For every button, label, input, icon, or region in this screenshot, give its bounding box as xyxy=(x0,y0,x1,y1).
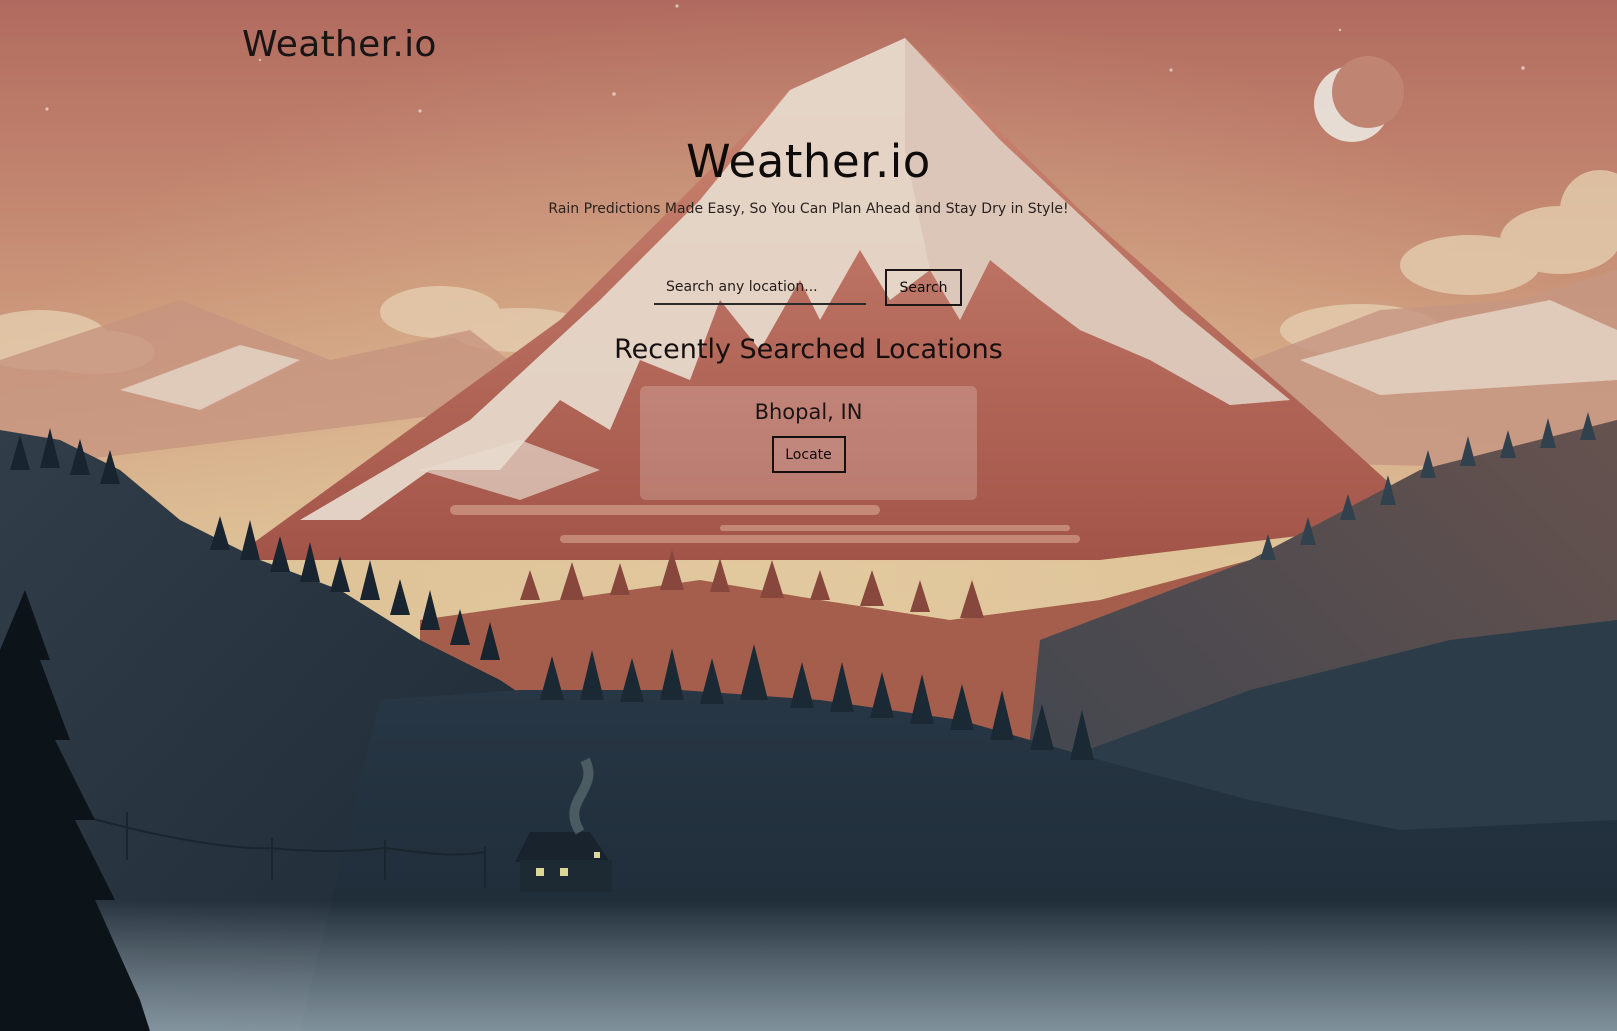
recent-location-card: Bhopal, IN Locate xyxy=(640,386,977,500)
search-button[interactable]: Search xyxy=(885,269,962,306)
search-bar: Search xyxy=(654,269,964,307)
hero-title: Weather.io xyxy=(686,135,931,188)
brand-logo[interactable]: Weather.io xyxy=(242,24,437,65)
page-overlay: Weather.io Weather.io Rain Predictions M… xyxy=(0,0,1617,1031)
hero-section: Weather.io Rain Predictions Made Easy, S… xyxy=(0,132,1617,218)
locate-button[interactable]: Locate xyxy=(771,436,846,473)
hero-tagline: Rain Predictions Made Easy, So You Can P… xyxy=(548,201,1069,217)
search-input[interactable] xyxy=(654,271,866,305)
recent-locations-heading: Recently Searched Locations xyxy=(614,334,1003,365)
recent-location-name: Bhopal, IN xyxy=(754,400,863,424)
